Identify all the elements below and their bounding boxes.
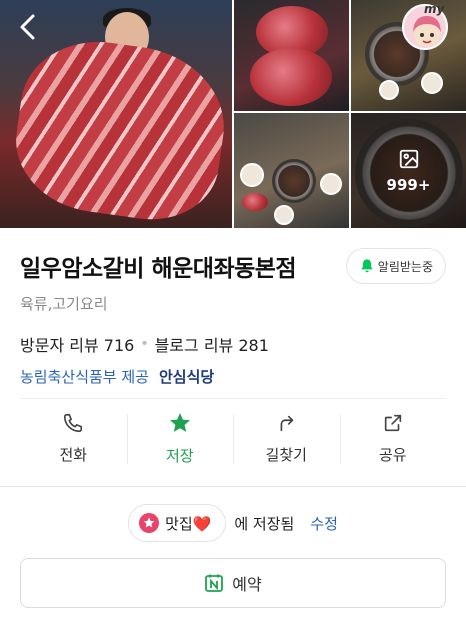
certification-provider[interactable]: 농림축산식품부 제공: [20, 366, 149, 387]
photo-grill: [272, 159, 316, 203]
call-button[interactable]: 전화: [20, 400, 127, 476]
my-label: my: [424, 2, 445, 16]
directions-button[interactable]: 길찾기: [233, 400, 340, 476]
photo-gallery: 999+ my: [0, 0, 466, 228]
photo-meat-3: [242, 193, 268, 211]
share-button[interactable]: 공유: [339, 400, 447, 476]
action-bar: 전화 저장 길찾기 공유: [20, 400, 446, 476]
photo-dish: [379, 80, 399, 100]
saved-status-row: 맛집❤️ 에 저장됨 수정: [0, 504, 466, 542]
visitor-reviews-link[interactable]: 방문자 리뷰 716: [20, 332, 134, 356]
directions-icon: [280, 415, 294, 431]
certification-row: 농림축산식품부 제공 안심식당: [20, 366, 446, 387]
blog-reviews-link[interactable]: 블로그 리뷰 281: [155, 332, 269, 356]
star-badge-icon: [139, 513, 160, 533]
star-icon: [169, 412, 190, 432]
saved-suffix-text: 에 저장됨: [234, 514, 295, 533]
safe-restaurant-badge: 안심식당: [158, 368, 215, 386]
photo-dish: [240, 163, 264, 187]
photo-dish: [320, 173, 342, 195]
share-label: 공유: [378, 445, 407, 464]
photo-meat-ribs: [7, 31, 232, 228]
reserve-label: 예약: [232, 575, 262, 594]
divider: [20, 398, 446, 399]
phone-icon: [64, 413, 83, 432]
reserve-button[interactable]: 예약: [20, 558, 446, 608]
calendar-n-icon: [205, 574, 224, 592]
directions-label: 길찾기: [265, 445, 307, 464]
gallery-photo-2[interactable]: [234, 0, 349, 111]
save-label: 저장: [165, 446, 194, 465]
photo-meat-2: [250, 48, 332, 106]
gallery-photo-4[interactable]: [234, 113, 349, 228]
place-info: 일우암소갈비 해운대좌동본점 알림받는중 육류,고기요리 방문자 리뷰 716 …: [0, 248, 466, 387]
chevron-left-icon: [20, 14, 35, 40]
more-photos-overlay[interactable]: 999+: [351, 113, 466, 228]
edit-saved-link[interactable]: 수정: [310, 513, 338, 534]
more-photos-count: 999+: [386, 175, 431, 194]
place-title: 일우암소갈비 해운대좌동본점: [20, 256, 297, 282]
back-button[interactable]: [14, 12, 42, 42]
save-button[interactable]: 저장: [126, 400, 234, 476]
share-icon: [384, 414, 401, 431]
bell-icon: [361, 259, 373, 273]
notify-button[interactable]: 알림받는중: [345, 248, 446, 284]
title-row: 일우암소갈비 해운대좌동본점 알림받는중: [20, 248, 446, 284]
saved-list-chip[interactable]: 맛집❤️: [128, 504, 227, 542]
call-label: 전화: [59, 445, 88, 464]
image-icon: [399, 149, 418, 168]
photo-dish: [274, 205, 294, 225]
saved-list-name: 맛집❤️: [165, 514, 212, 533]
review-summary: 방문자 리뷰 716 • 블로그 리뷰 281: [20, 332, 446, 356]
place-category: 육류,고기요리: [20, 295, 108, 313]
separator-dot: •: [140, 336, 149, 352]
notify-label: 알림받는중: [377, 259, 433, 274]
photo-dish: [421, 72, 443, 94]
section-divider: [0, 486, 466, 487]
